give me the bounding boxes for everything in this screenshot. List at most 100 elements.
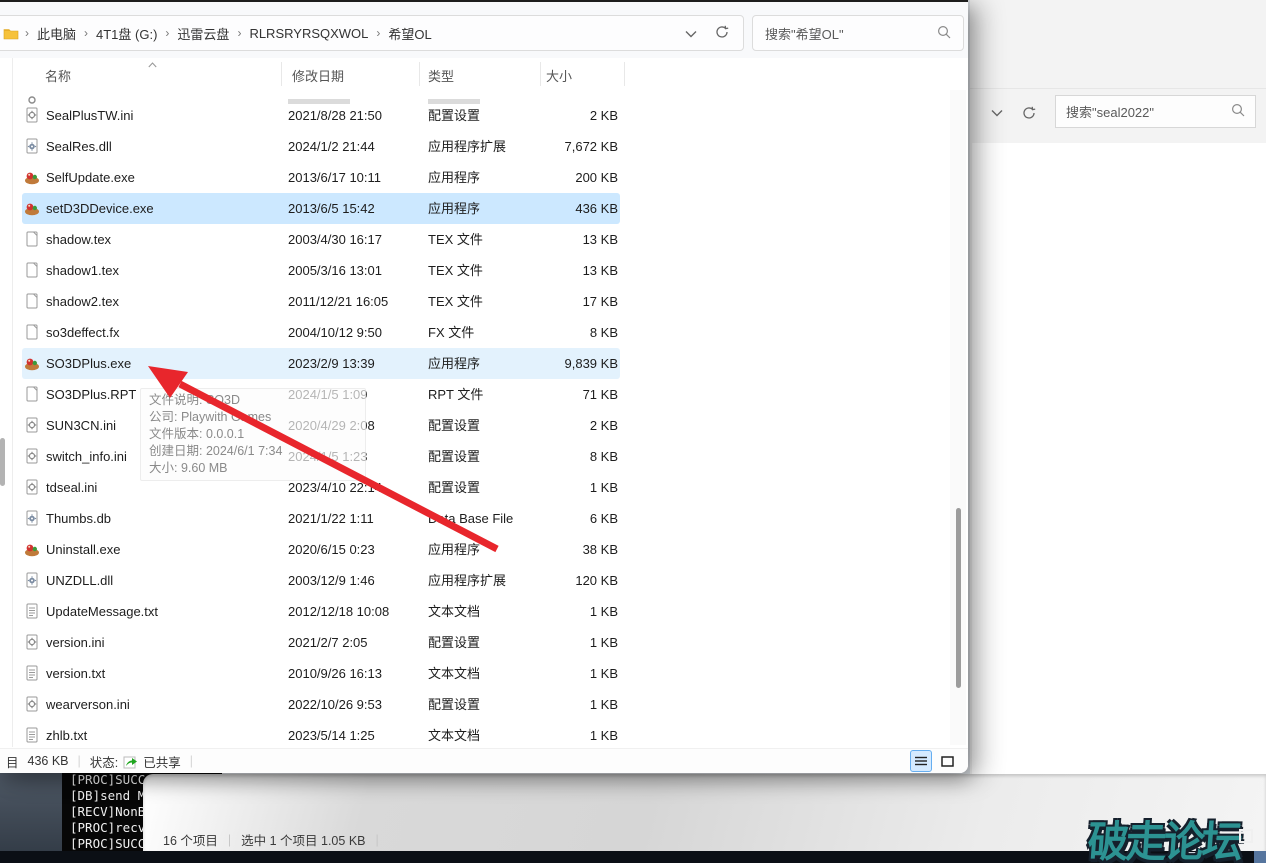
- column-header-size[interactable]: 大小: [546, 66, 572, 85]
- status-size: 436 KB: [27, 754, 69, 768]
- file-type: 文本文档: [428, 728, 481, 743]
- file-row[interactable]: shadow.tex 2003/4/30 16:17 TEX 文件 13 KB: [22, 224, 620, 255]
- file-row[interactable]: zhlb.txt 2023/5/14 1:25 文本文档 1 KB: [22, 720, 620, 751]
- file-name: version.txt: [46, 666, 106, 681]
- column-headers: 名称 修改日期 类型 大小: [20, 60, 928, 88]
- column-separator: [540, 62, 541, 86]
- file-type: TEX 文件: [428, 232, 483, 247]
- file-row[interactable]: Thumbs.db 2021/1/22 1:11 Data Base File 6 K…: [22, 503, 620, 534]
- file-name: SelfUpdate.exe: [46, 170, 135, 185]
- file-type: 应用程序: [428, 170, 481, 185]
- txt-file-icon: [24, 603, 40, 619]
- file-row[interactable]: SO3DPlus.exe 2023/2/9 13:39 应用程序 9,839 KB: [22, 348, 620, 379]
- dll-file-icon: [24, 138, 40, 154]
- breadcrumb-item-3[interactable]: RLRSRYRSQXWOL: [245, 26, 372, 41]
- column-header-type[interactable]: 类型: [428, 66, 454, 85]
- refresh-button[interactable]: [715, 25, 729, 42]
- file-type: 配置设置: [428, 480, 481, 495]
- large-icons-view-button[interactable]: [936, 750, 958, 772]
- file-name: SO3DPlus.exe: [46, 356, 132, 371]
- file-row[interactable]: shadow1.tex 2005/3/16 13:01 TEX 文件 13 KB: [22, 255, 620, 286]
- status-state-label: 状态:: [89, 755, 119, 770]
- status-divider: |: [189, 754, 194, 768]
- column-header-name[interactable]: 名称: [45, 66, 71, 85]
- ini-file-icon: [24, 417, 40, 433]
- file-row[interactable]: SelfUpdate.exe 2013/6/17 10:11 应用程序 200 KB: [22, 162, 620, 193]
- file-row[interactable]: version.ini 2021/2/7 2:05 配置设置 1 KB: [22, 627, 620, 658]
- file-name: tdseal.ini: [46, 480, 98, 495]
- address-dropdown-button[interactable]: [982, 95, 1012, 130]
- file-size: 1 KB: [589, 666, 618, 681]
- column-separator: [624, 62, 625, 86]
- file-size: 200 KB: [575, 170, 618, 185]
- breadcrumb-item-1[interactable]: 4T1盘 (G:): [92, 24, 161, 43]
- file-row[interactable]: Uninstall.exe 2020/6/15 0:23 应用程序 38 KB: [22, 534, 620, 565]
- items-count: 16 个项目: [163, 834, 218, 848]
- file-type: 文本文档: [428, 604, 481, 619]
- search-icon: [1231, 103, 1245, 120]
- file-size: 38 KB: [582, 542, 618, 557]
- breadcrumb-item-4[interactable]: 希望OL: [384, 24, 435, 43]
- file-row[interactable]: shadow2.tex 2011/12/21 16:05 TEX 文件 17 KB: [22, 286, 620, 317]
- file-row[interactable]: SealPlusTW.ini 2021/8/28 21:50 配置设置 2 KB: [22, 100, 620, 131]
- file-size: 2 KB: [589, 108, 618, 123]
- search-text: 搜索"seal2022": [1066, 105, 1154, 120]
- show-desktop-corner[interactable]: [1254, 851, 1266, 863]
- file-date: 2013/6/17 10:11: [288, 170, 382, 185]
- file-date: 2021/2/7 2:05: [288, 635, 368, 650]
- file-type: 配置设置: [428, 418, 481, 433]
- column-header-date[interactable]: 修改日期: [292, 66, 344, 85]
- details-view-button[interactable]: [910, 750, 932, 772]
- file-row[interactable]: UNZDLL.dll 2003/12/9 1:46 应用程序扩展 120 KB: [22, 565, 620, 596]
- file-row[interactable]: version.txt 2010/9/26 16:13 文本文档 1 KB: [22, 658, 620, 689]
- search-input[interactable]: 搜索"希望OL": [752, 15, 964, 51]
- address-dropdown-button[interactable]: [685, 26, 697, 41]
- ini-file-icon: [24, 696, 40, 712]
- file-name: UNZDLL.dll: [46, 573, 114, 588]
- file-row[interactable]: wearverson.ini 2022/10/26 9:53 配置设置 1 KB: [22, 689, 620, 720]
- selection-summary: 选中 1 个项目 1.05 KB: [241, 834, 366, 848]
- file-row[interactable]: UpdateMessage.txt 2012/12/18 10:08 文本文档 1 K…: [22, 596, 620, 627]
- tooltip-line: 创建日期: 2024/6/1 7:34: [149, 444, 283, 458]
- scrollbar-thumb[interactable]: [956, 508, 961, 688]
- file-name: SealPlusTW.ini: [46, 108, 134, 123]
- search-input[interactable]: 搜索"seal2022": [1055, 95, 1256, 128]
- breadcrumb-item-0[interactable]: 此电脑: [33, 24, 80, 43]
- breadcrumb-separator: ›: [376, 26, 381, 40]
- statusbar: 目 436 KB | 状态: 已共享 |: [0, 748, 968, 773]
- file-row[interactable]: so3deffect.fx 2004/10/12 9:50 FX 文件 8 KB: [22, 317, 620, 348]
- file-type: 配置设置: [428, 449, 481, 464]
- taskbar-chevron-button[interactable]: [1186, 852, 1201, 862]
- breadcrumb[interactable]: › 此电脑 › 4T1盘 (G:) › 迅雷云盘 › RLRSRYRSQXWOL › 希望OL: [0, 15, 744, 51]
- file-type: RPT 文件: [428, 387, 484, 402]
- blank-file-icon: [24, 386, 40, 402]
- file-size: 17 KB: [582, 294, 618, 309]
- file-name: version.ini: [46, 635, 105, 650]
- back-window-content: [972, 143, 1266, 777]
- file-row[interactable]: setD3DDevice.exe 2013/6/5 15:42 应用程序 436 KB: [22, 193, 620, 224]
- file-date: 2023/2/9 13:39: [288, 356, 375, 371]
- file-name: shadow2.tex: [46, 294, 119, 309]
- sort-ascending-icon: [148, 56, 157, 71]
- refresh-button[interactable]: [1014, 95, 1044, 130]
- taskbar: [0, 851, 1266, 863]
- file-name: SO3DPlus.RPT: [46, 387, 137, 402]
- app-exe-icon: [24, 169, 40, 185]
- file-name: setD3DDevice.exe: [46, 201, 154, 216]
- file-type: TEX 文件: [428, 294, 483, 309]
- file-type: 应用程序: [428, 542, 481, 557]
- screen: 搜索"seal2022" [PROC]SUCC [DB]send M [RECV]N…: [0, 0, 1266, 863]
- file-name: SealRes.dll: [46, 139, 112, 154]
- file-name: so3deffect.fx: [46, 325, 120, 340]
- dll-file-icon: [24, 572, 40, 588]
- file-type: 应用程序扩展: [428, 139, 507, 154]
- dll-file-icon: [24, 510, 40, 526]
- app-exe-icon: [24, 355, 40, 371]
- explorer-window: › 此电脑 › 4T1盘 (G:) › 迅雷云盘 › RLRSRYRSQXWOL › 希望OL 搜…: [0, 0, 968, 773]
- file-name: UpdateMessage.txt: [46, 604, 159, 619]
- file-row[interactable]: SealRes.dll 2024/1/2 21:44 应用程序扩展 7,672 KB: [22, 131, 620, 162]
- breadcrumb-item-2[interactable]: 迅雷云盘: [173, 24, 233, 43]
- txt-file-icon: [24, 665, 40, 681]
- status-divider: |: [77, 754, 81, 768]
- file-type: 配置设置: [428, 635, 481, 650]
